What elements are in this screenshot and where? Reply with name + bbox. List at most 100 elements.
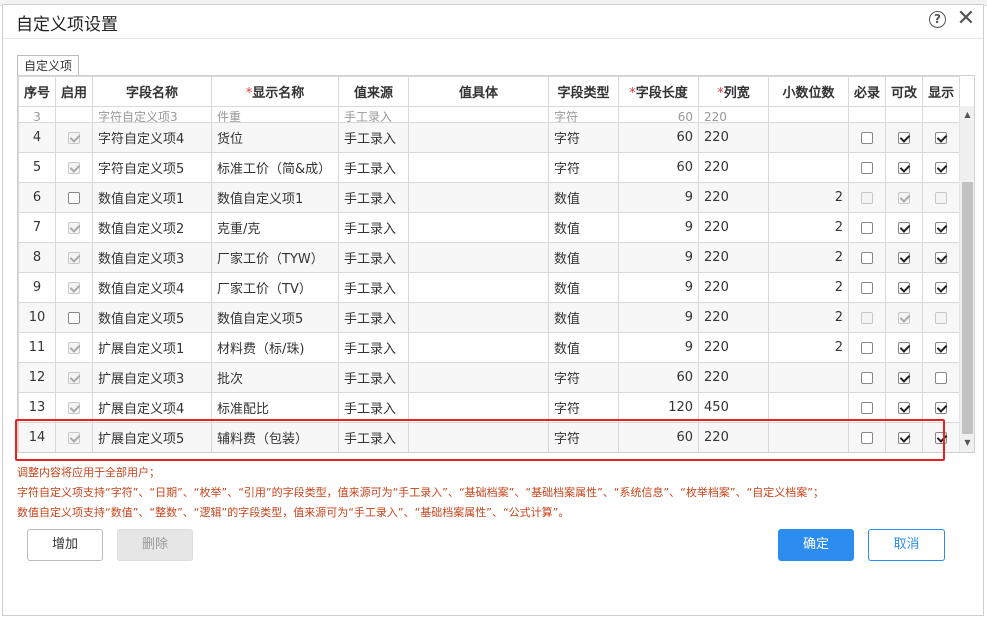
- table-cell[interactable]: [848, 272, 887, 303]
- table-cell[interactable]: 2: [768, 212, 850, 243]
- table-cell[interactable]: 数值: [548, 182, 620, 213]
- table-cell[interactable]: 货位: [211, 122, 340, 153]
- table-cell[interactable]: [885, 152, 924, 183]
- table-cell[interactable]: [885, 422, 924, 452]
- editable-checkbox[interactable]: [898, 431, 911, 444]
- table-cell[interactable]: [408, 422, 550, 452]
- table-cell[interactable]: 2: [768, 332, 850, 363]
- table-cell[interactable]: [885, 122, 924, 153]
- table-cell[interactable]: 220: [698, 332, 770, 363]
- table-cell[interactable]: 批次: [211, 362, 340, 393]
- table-cell[interactable]: 厂家工价（TV）: [211, 272, 340, 303]
- table-cell[interactable]: 220: [698, 362, 770, 393]
- table-cell[interactable]: 数值: [548, 332, 620, 363]
- table-cell[interactable]: 220: [698, 182, 770, 213]
- table-cell[interactable]: 60: [618, 152, 700, 183]
- table-cell[interactable]: 450: [698, 392, 770, 423]
- column-header[interactable]: 值来源: [338, 76, 410, 107]
- table-cell[interactable]: [922, 152, 961, 183]
- editable-checkbox[interactable]: [898, 131, 911, 144]
- table-cell[interactable]: [408, 242, 550, 273]
- table-cell[interactable]: [55, 212, 94, 243]
- table-cell[interactable]: [55, 302, 94, 333]
- table-cell[interactable]: 120: [618, 392, 700, 423]
- table-cell[interactable]: 2: [768, 272, 850, 303]
- table-cell[interactable]: [848, 362, 887, 393]
- table-cell[interactable]: 厂家工价（TYW）: [211, 242, 340, 273]
- enabled-checkbox[interactable]: [68, 191, 81, 204]
- required-checkbox[interactable]: [861, 341, 874, 354]
- table-cell[interactable]: 克重/克: [211, 212, 340, 243]
- table-cell[interactable]: 2: [768, 242, 850, 273]
- table-row[interactable]: 14 扩展自定义项5 辅料费（包装） 手工录入 字符 60 220: [18, 422, 961, 452]
- table-cell[interactable]: [922, 212, 961, 243]
- table-cell[interactable]: [848, 392, 887, 423]
- required-checkbox[interactable]: [861, 401, 874, 414]
- table-cell[interactable]: [848, 212, 887, 243]
- table-cell[interactable]: [922, 362, 961, 393]
- table-cell[interactable]: 手工录入: [338, 302, 410, 333]
- table-cell[interactable]: [885, 272, 924, 303]
- scroll-up-arrow-icon[interactable]: ▲: [960, 109, 974, 121]
- table-cell[interactable]: [922, 122, 961, 153]
- table-cell[interactable]: 字符: [548, 392, 620, 423]
- table-cell[interactable]: 220: [698, 422, 770, 452]
- editable-checkbox[interactable]: [898, 221, 911, 234]
- table-cell[interactable]: 字符: [548, 362, 620, 393]
- ok-button[interactable]: 确定: [778, 529, 854, 561]
- table-cell[interactable]: [408, 212, 550, 243]
- table-cell[interactable]: [885, 332, 924, 363]
- table-cell[interactable]: [848, 182, 887, 213]
- table-cell[interactable]: 手工录入: [338, 182, 410, 213]
- table-cell[interactable]: 手工录入: [338, 332, 410, 363]
- scroll-down-arrow-icon[interactable]: ▼: [960, 437, 974, 449]
- table-cell[interactable]: [922, 392, 961, 423]
- table-cell[interactable]: [768, 122, 850, 153]
- table-cell[interactable]: [408, 152, 550, 183]
- visible-checkbox[interactable]: [935, 431, 948, 444]
- table-cell[interactable]: 9: [618, 302, 700, 333]
- table-cell[interactable]: 数值: [548, 242, 620, 273]
- table-row[interactable]: 4 字符自定义项4 货位 手工录入 字符 60 220: [18, 122, 961, 153]
- table-cell[interactable]: 字符: [548, 152, 620, 183]
- table-cell[interactable]: 手工录入: [338, 392, 410, 423]
- table-cell[interactable]: [768, 152, 850, 183]
- column-header[interactable]: 序号: [18, 76, 57, 107]
- required-checkbox[interactable]: [861, 131, 874, 144]
- table-cell[interactable]: 60: [618, 122, 700, 153]
- required-checkbox[interactable]: [861, 371, 874, 384]
- table-cell[interactable]: 材料费（标/珠): [211, 332, 340, 363]
- vertical-scrollbar[interactable]: ▲ ▼: [959, 106, 974, 452]
- table-cell[interactable]: 60: [618, 362, 700, 393]
- visible-checkbox[interactable]: [935, 131, 948, 144]
- table-cell[interactable]: 数值: [548, 212, 620, 243]
- table-cell[interactable]: [408, 332, 550, 363]
- table-row[interactable]: 5 字符自定义项5 标准工价（简&成） 手工录入 字符 60 220: [18, 152, 961, 183]
- table-cell[interactable]: 手工录入: [338, 212, 410, 243]
- editable-checkbox[interactable]: [898, 371, 911, 384]
- table-cell[interactable]: [408, 182, 550, 213]
- close-icon[interactable]: ✕: [956, 7, 976, 31]
- editable-checkbox[interactable]: [898, 161, 911, 174]
- visible-checkbox[interactable]: [935, 371, 948, 384]
- column-header[interactable]: 字段类型: [548, 76, 620, 107]
- table-cell[interactable]: [848, 422, 887, 452]
- table-cell[interactable]: 字符: [548, 122, 620, 153]
- required-checkbox[interactable]: [861, 431, 874, 444]
- table-cell[interactable]: 标准配比: [211, 392, 340, 423]
- table-cell[interactable]: 数值: [548, 272, 620, 303]
- editable-checkbox[interactable]: [898, 251, 911, 264]
- table-cell[interactable]: 220: [698, 122, 770, 153]
- table-cell[interactable]: [55, 182, 94, 213]
- table-cell[interactable]: 手工录入: [338, 272, 410, 303]
- table-cell[interactable]: [768, 422, 850, 452]
- table-cell[interactable]: 220: [698, 152, 770, 183]
- table-cell[interactable]: 数值自定义项5: [211, 302, 340, 333]
- table-cell[interactable]: [408, 122, 550, 153]
- table-cell[interactable]: 9: [618, 272, 700, 303]
- help-icon[interactable]: ?: [929, 11, 946, 28]
- table-cell[interactable]: 数值自定义项1: [211, 182, 340, 213]
- table-cell[interactable]: 2: [768, 182, 850, 213]
- table-cell[interactable]: [55, 392, 94, 423]
- required-checkbox[interactable]: [861, 251, 874, 264]
